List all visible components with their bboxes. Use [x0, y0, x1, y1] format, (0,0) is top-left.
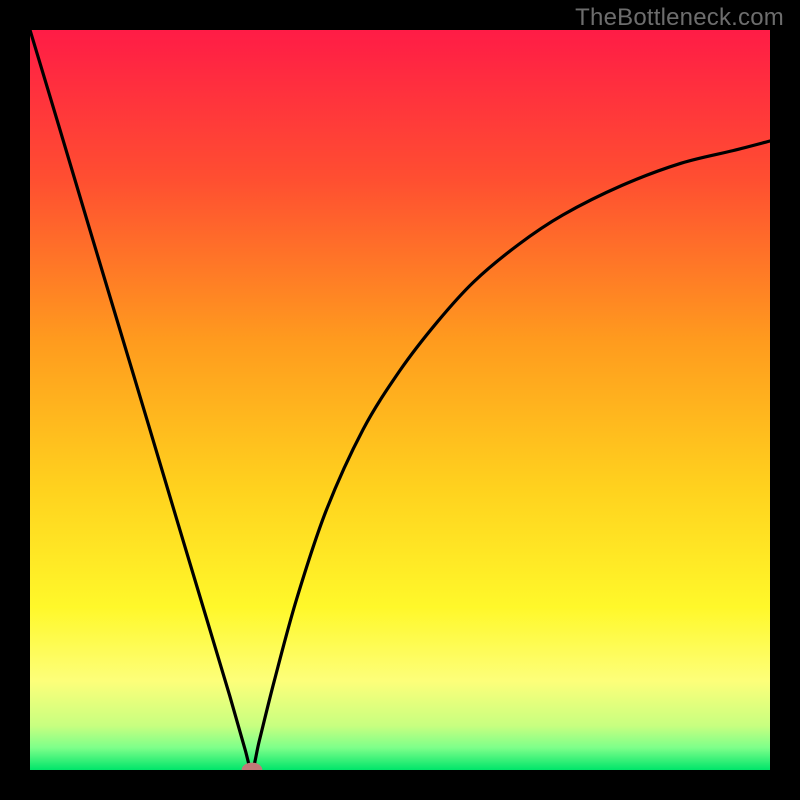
plot-area: [30, 30, 770, 770]
chart-frame: TheBottleneck.com: [0, 0, 800, 800]
chart-svg: [30, 30, 770, 770]
watermark-text: TheBottleneck.com: [575, 4, 784, 32]
